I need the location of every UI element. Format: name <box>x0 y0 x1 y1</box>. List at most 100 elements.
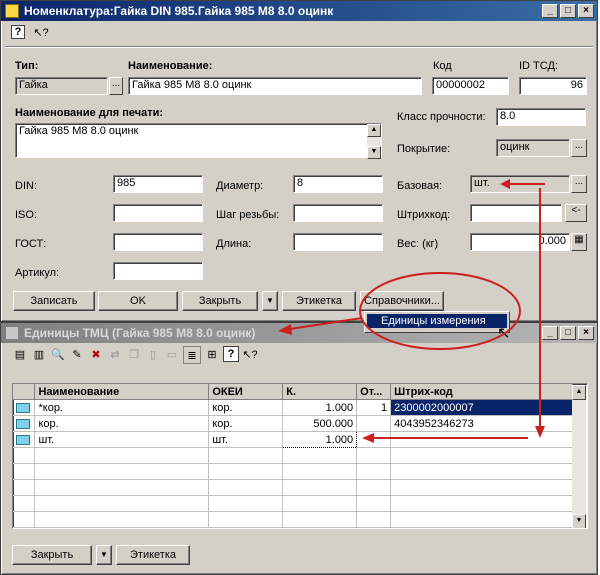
base-unit-label: Базовая: <box>397 180 443 192</box>
directories-button[interactable]: Справочники... <box>360 291 444 311</box>
units-close-dropdown-button[interactable]: ▼ <box>96 545 112 565</box>
context-help-icon[interactable]: ↖? <box>33 24 49 40</box>
hierarchy-icon[interactable]: ≣ <box>183 346 201 364</box>
article-label: Артикул: <box>15 267 60 279</box>
cell-ot[interactable] <box>356 415 392 432</box>
iso-field[interactable] <box>113 204 203 222</box>
length-field[interactable] <box>293 233 383 251</box>
units-minimize-button[interactable]: _ <box>542 326 558 340</box>
new-row-icon[interactable]: ▤ <box>12 346 28 362</box>
table-row[interactable]: кор. кор. 500.000 4043952346273 <box>13 415 573 432</box>
help-icon[interactable]: ? <box>11 25 25 39</box>
close-window-button[interactable]: × <box>578 4 594 18</box>
coating-label: Покрытие: <box>397 143 451 155</box>
article-field[interactable] <box>113 262 203 280</box>
code-label: Код <box>433 60 452 72</box>
units-context-help-icon[interactable]: ↖? <box>242 346 258 362</box>
weight-field[interactable]: 0.000 <box>470 233 570 251</box>
ok-button[interactable]: OK <box>98 291 178 311</box>
new-group-icon[interactable]: ▥ <box>31 346 47 362</box>
cell-barcode[interactable]: 4043952346273 <box>390 415 573 432</box>
header-k[interactable]: К. <box>282 384 358 400</box>
print-name-field[interactable]: Гайка 985 М8 8.0 оцинк <box>15 123 382 158</box>
cell-ot[interactable]: 1 <box>356 399 392 416</box>
diameter-field[interactable]: 8 <box>293 175 383 193</box>
coating-field[interactable]: оцинк <box>496 139 570 157</box>
copy-icon[interactable]: ❐ <box>126 346 142 362</box>
units-app-icon <box>5 326 19 340</box>
minimize-button[interactable]: _ <box>542 4 558 18</box>
close-dropdown-button[interactable]: ▼ <box>262 291 278 311</box>
id-tsd-field[interactable]: 96 <box>519 77 587 95</box>
cell-name[interactable]: кор. <box>34 415 210 432</box>
empty-row <box>13 463 573 480</box>
empty-row <box>13 447 573 464</box>
units-help-icon[interactable]: ? <box>223 346 239 362</box>
type-select-button[interactable]: ... <box>109 77 123 95</box>
base-unit-select-button[interactable]: ... <box>571 175 587 193</box>
units-table-scrollbar[interactable]: ▲ ▼ <box>572 385 586 528</box>
gost-label: ГОСТ: <box>15 238 47 250</box>
delete-row-icon[interactable]: ✖ <box>88 346 104 362</box>
id-tsd-label: ID ТСД: <box>519 60 558 72</box>
app-icon <box>5 4 19 18</box>
move-icon[interactable]: ⇄ <box>107 346 123 362</box>
report-icon[interactable]: ▭ <box>164 346 180 362</box>
name-field[interactable]: Гайка 985 М8 8.0 оцинк <box>128 77 422 95</box>
header-ot[interactable]: От... <box>356 384 392 400</box>
cell-name[interactable]: *кор. <box>34 399 210 416</box>
cell-okei[interactable]: шт. <box>208 431 284 448</box>
thread-pitch-field[interactable] <box>293 204 383 222</box>
cell-barcode[interactable] <box>390 431 573 448</box>
main-window-title: Номенклатура:Гайка DIN 985.Гайка 985 М8 … <box>24 4 334 18</box>
label-button[interactable]: Этикетка <box>282 291 356 311</box>
units-table[interactable]: Наименование ОКЕИ К. От... Штрих-код *ко… <box>12 383 588 529</box>
header-okei[interactable]: ОКЕИ <box>208 384 284 400</box>
directories-menu: Единицы измерения <box>364 311 510 333</box>
strength-class-field[interactable]: 8.0 <box>496 108 586 126</box>
coating-select-button[interactable]: ... <box>571 139 587 157</box>
units-label-button[interactable]: Этикетка <box>116 545 190 565</box>
cell-name[interactable]: шт. <box>34 431 210 448</box>
barcode-field[interactable] <box>470 204 562 222</box>
units-close-button[interactable]: Закрыть <box>12 545 92 565</box>
table-row[interactable]: шт. шт. 1.000 <box>13 431 573 448</box>
tree-icon[interactable]: ⊞ <box>204 346 220 362</box>
cell-okei[interactable]: кор. <box>208 399 284 416</box>
print-name-scrollbar[interactable]: ▲ ▼ <box>367 124 381 159</box>
header-name[interactable]: Наименование <box>34 384 210 400</box>
strength-class-label: Класс прочности: <box>397 111 486 123</box>
empty-row <box>13 495 573 512</box>
diameter-label: Диаметр: <box>216 180 264 192</box>
maximize-button[interactable]: □ <box>560 4 576 18</box>
print-name-value: Гайка 985 М8 8.0 оцинк <box>19 125 139 137</box>
gost-field[interactable] <box>113 233 203 251</box>
calculator-icon[interactable]: ▦ <box>571 233 587 251</box>
cell-okei[interactable]: кор. <box>208 415 284 432</box>
length-label: Длина: <box>216 238 252 250</box>
barcode-arrow-button[interactable]: <- <box>565 204 587 222</box>
units-close-window-button[interactable]: × <box>578 326 594 340</box>
cell-k[interactable]: 1.000 <box>282 399 358 416</box>
close-button[interactable]: Закрыть <box>182 291 258 311</box>
folder-icon <box>16 402 30 413</box>
type-label: Тип: <box>15 60 39 72</box>
mouse-cursor-icon: ↖ <box>497 325 511 342</box>
menu-item-units[interactable]: Единицы измерения <box>367 314 507 328</box>
cell-k[interactable]: 500.000 <box>282 415 358 432</box>
din-field[interactable]: 985 <box>113 175 203 193</box>
header-barcode[interactable]: Штрих-код <box>390 384 573 400</box>
toolbar-divider <box>5 46 593 48</box>
cell-barcode-selected[interactable]: 2300002000007 <box>390 399 573 416</box>
edit-row-icon[interactable]: ✎ <box>69 346 85 362</box>
find-icon[interactable]: 🔍 <box>50 346 66 362</box>
type-field[interactable]: Гайка <box>15 77 108 95</box>
code-field[interactable]: 00000002 <box>432 77 509 95</box>
save-button[interactable]: Записать <box>13 291 95 311</box>
table-row[interactable]: *кор. кор. 1.000 1 2300002000007 <box>13 399 573 416</box>
base-unit-field[interactable]: шт. <box>470 175 570 193</box>
document-icon[interactable]: ▯ <box>145 346 161 362</box>
cell-ot[interactable] <box>356 431 392 448</box>
cell-k[interactable]: 1.000 <box>282 431 358 448</box>
units-maximize-button[interactable]: □ <box>560 326 576 340</box>
